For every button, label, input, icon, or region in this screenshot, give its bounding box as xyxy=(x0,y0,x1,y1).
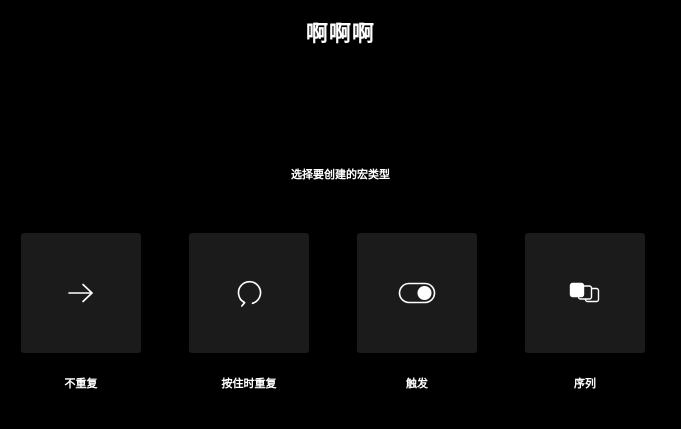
macro-type-screen: 啊啊啊 选择要创建的宏类型 不重复 按住时重复 触发 序列 xyxy=(0,0,681,429)
macro-type-prompt: 选择要创建的宏类型 xyxy=(291,168,390,181)
option-label: 按住时重复 xyxy=(221,377,277,390)
option-label: 触发 xyxy=(406,377,428,390)
option-tile-toggle[interactable] xyxy=(357,233,477,353)
option-repeat-while-held[interactable]: 按住时重复 xyxy=(189,233,309,393)
option-tile-repeat-while-held[interactable] xyxy=(189,233,309,353)
stacked-squares-icon xyxy=(566,281,604,305)
option-tile-sequence[interactable] xyxy=(525,233,645,353)
toggle-on-icon xyxy=(398,281,436,305)
option-label: 序列 xyxy=(574,377,596,390)
option-sequence[interactable]: 序列 xyxy=(525,233,645,393)
option-label: 不重复 xyxy=(64,377,98,390)
option-no-repeat[interactable]: 不重复 xyxy=(21,233,141,393)
rotate-cw-icon xyxy=(235,279,263,307)
page-title: 啊啊啊 xyxy=(305,22,375,47)
arrow-right-icon xyxy=(67,283,95,303)
option-toggle[interactable]: 触发 xyxy=(357,233,477,393)
option-tile-no-repeat[interactable] xyxy=(21,233,141,353)
